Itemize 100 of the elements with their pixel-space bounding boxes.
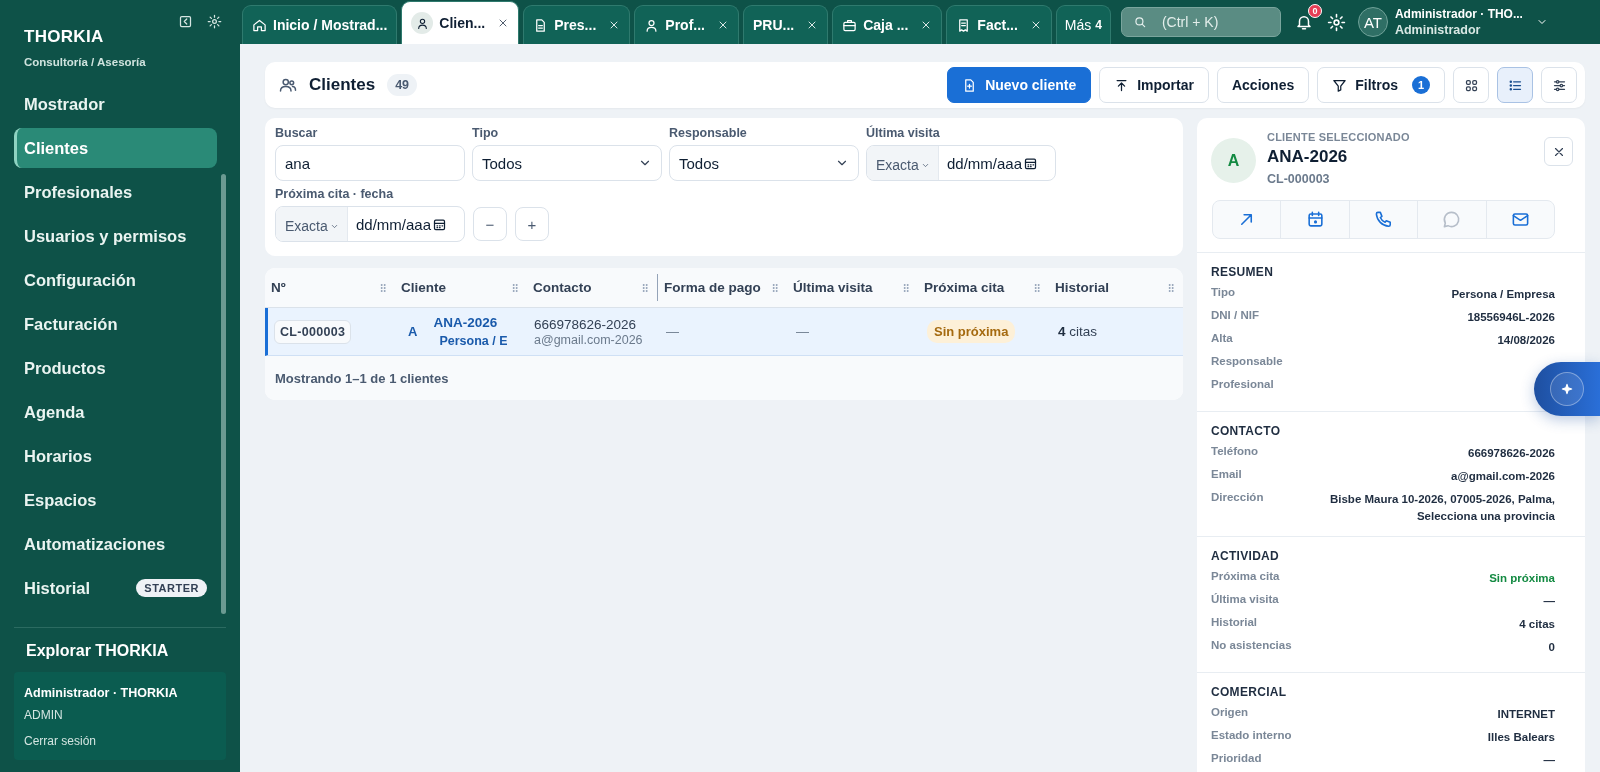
tab[interactable]: Prof... — [634, 5, 739, 44]
nav-item[interactable]: Profesionales — [14, 172, 217, 212]
nav-item[interactable]: Clientes — [14, 128, 217, 168]
field-value: 4 citas — [1519, 616, 1555, 632]
field-value: 0 — [1548, 639, 1555, 655]
filter-label: Responsable — [669, 126, 748, 140]
field-label: Tipo — [1211, 286, 1236, 298]
field-value: — — [1543, 593, 1555, 609]
field-label: Dirección — [1211, 491, 1264, 503]
client-name: ANA-2026 — [1267, 147, 1349, 167]
client-type: Persona / E — [438, 334, 508, 348]
select-field[interactable]: Todos — [472, 145, 662, 181]
column-header[interactable]: Nº — [265, 268, 395, 307]
user-role: ADMIN — [24, 708, 64, 722]
field-value: Persona / Empresa — [1451, 287, 1555, 302]
column-header[interactable]: Contacto — [527, 268, 657, 307]
actions-button[interactable]: Acciones — [1216, 67, 1310, 103]
nav-item[interactable]: Facturación — [14, 304, 217, 344]
table-cell: — — [666, 324, 679, 339]
field-value: a@gmail.com-2026 — [1451, 469, 1555, 484]
field-value: INTERNET — [1497, 706, 1555, 722]
field-label: DNI / NIF — [1211, 309, 1259, 321]
filter-label: Próxima cita · fecha — [275, 187, 395, 201]
notification-badge: 0 — [1307, 4, 1322, 18]
table-row[interactable]: CL-000003 A ANA-2026 Persona / E 666978626-2026 a@gmail.com-2026 — — Sin próxima 4 citas — [265, 308, 1183, 356]
count-badge: 49 — [387, 74, 418, 96]
field-value: Illes Balears — [1487, 729, 1555, 745]
section-title: ACTIVIDAD — [1211, 548, 1281, 563]
select-field[interactable]: Todos — [669, 145, 859, 181]
nav-item[interactable]: Horarios — [14, 436, 217, 476]
brand-name: THORKIA — [24, 27, 105, 47]
filters-button[interactable]: Filtros 1 — [1317, 67, 1445, 103]
client-name-link[interactable]: ANA-2026 — [433, 315, 508, 330]
search-field[interactable]: (Ctrl + K) — [1120, 7, 1281, 37]
account-name: Administrador · THO... — [1394, 7, 1523, 21]
field-label: Profesional — [1211, 378, 1274, 390]
section-title: COMERCIAL — [1211, 684, 1288, 699]
status-badge: Sin próxima — [927, 320, 1016, 343]
email-text: a@gmail.com-2026 — [534, 332, 643, 347]
tab[interactable]: PRU... — [742, 5, 829, 44]
table-cell: 4 citas — [1058, 324, 1098, 339]
tab[interactable]: Inicio / Mostrad... — [242, 5, 398, 44]
user-name: Administrador · THORKIA — [24, 686, 179, 700]
column-header[interactable]: Forma de pago — [657, 274, 787, 301]
account-role: Administrador — [1394, 23, 1482, 37]
client-initial: A — [408, 324, 418, 339]
field-label: Teléfono — [1211, 445, 1259, 457]
column-header[interactable]: Historial — [1049, 268, 1183, 307]
tab[interactable]: Fact... — [946, 5, 1052, 44]
field-value: 14/08/2026 — [1497, 333, 1555, 348]
table-cell: — — [796, 324, 809, 339]
nav-item[interactable]: Productos — [14, 348, 217, 388]
section-title: CONTACTO — [1211, 424, 1282, 438]
field-value: 18556946L-2026 — [1467, 310, 1555, 325]
filter-label: Última visita — [866, 126, 941, 140]
nav-item[interactable]: Automatizaciones — [14, 524, 217, 564]
field-label: Email — [1211, 468, 1242, 480]
phone-text: 666978626-2026 — [534, 316, 637, 332]
nav-item[interactable]: Agenda — [14, 392, 217, 432]
client-code: CL-000003 — [1267, 172, 1331, 186]
nav-item[interactable]: Usuarios y permisos — [14, 216, 217, 256]
field-label: Alta — [1211, 332, 1233, 344]
nav-item[interactable]: Historial STARTER — [14, 568, 217, 608]
filter-label: Buscar — [275, 126, 319, 140]
pagination-text: Mostrando 1–1 de 1 clientes — [275, 370, 449, 386]
column-header[interactable]: Última visita — [787, 268, 918, 307]
nav-item[interactable]: Configuración — [14, 260, 217, 300]
field-value: 666978626-2026 — [1468, 446, 1555, 461]
more-tabs[interactable]: Más 4 — [1055, 5, 1111, 44]
field-value: — — [1543, 752, 1555, 768]
client-avatar: A — [1211, 138, 1256, 183]
field-label: Historial — [1211, 615, 1257, 628]
nav-item[interactable]: Espacios — [14, 480, 217, 520]
filter-label: Tipo — [472, 126, 500, 140]
field-label: Próxima cita — [1211, 569, 1280, 582]
new-client-button[interactable]: Nuevo cliente — [947, 67, 1092, 103]
search-input-field[interactable]: ana — [275, 145, 465, 181]
page-title: Clientes — [309, 75, 376, 95]
column-header[interactable]: Próxima cita — [918, 268, 1049, 307]
tab[interactable]: Caja ... — [832, 5, 943, 44]
import-button[interactable]: Importar — [1099, 67, 1209, 103]
field-label: No asistencias — [1211, 638, 1292, 651]
column-header[interactable]: Cliente — [395, 268, 527, 307]
field-label: Responsable — [1211, 355, 1283, 367]
plan-badge: STARTER — [136, 579, 207, 597]
tab[interactable]: Clien... — [401, 1, 520, 44]
brand-subtitle: Consultoría / Asesoría — [24, 56, 146, 68]
nav-item[interactable]: Mostrador — [14, 84, 217, 124]
user-avatar[interactable]: AT — [1357, 7, 1388, 37]
step-button[interactable]: − — [473, 207, 507, 241]
field-label: Origen — [1211, 705, 1249, 718]
step-button[interactable]: + — [515, 207, 549, 241]
tab[interactable]: Pres... — [523, 5, 631, 44]
client-number: CL-000003 — [274, 319, 352, 344]
filter-count-badge: 1 — [1412, 76, 1430, 94]
field-label: Prioridad — [1211, 751, 1262, 764]
field-value: Sin próxima — [1489, 570, 1555, 586]
panel-eyebrow: CLIENTE SELECCIONADO — [1267, 131, 1411, 143]
section-title: RESUMEN — [1211, 265, 1275, 279]
logout-link[interactable]: Cerrar sesión — [24, 734, 216, 748]
